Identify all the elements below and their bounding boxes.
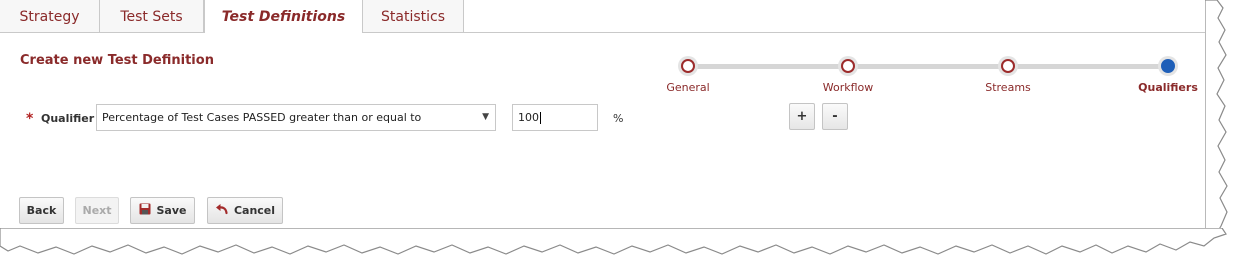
tab-test-sets[interactable]: Test Sets [100, 0, 204, 32]
wizard-step-workflow-label[interactable]: Workflow [823, 81, 874, 94]
torn-edge-right [1205, 0, 1228, 241]
text-caret [540, 112, 541, 124]
next-button-label: Next [82, 204, 112, 217]
add-qualifier-button[interactable]: + [789, 103, 815, 130]
tab-statistics[interactable]: Statistics [363, 0, 464, 32]
save-button-label: Save [156, 204, 187, 217]
back-button[interactable]: Back [19, 197, 64, 224]
qualifier-label: Qualifier [41, 112, 95, 125]
tab-bar: Strategy Test Sets Test Definitions Stat… [0, 0, 1215, 33]
dialog-frame: Strategy Test Sets Test Definitions Stat… [0, 0, 1215, 240]
tab-test-definitions[interactable]: Test Definitions [204, 0, 363, 33]
cancel-button-label: Cancel [233, 204, 276, 217]
wizard-step-qualifiers-label: Qualifiers [1138, 81, 1198, 94]
cancel-button[interactable]: Cancel [207, 197, 283, 224]
next-button[interactable]: Next [75, 197, 119, 224]
tab-strategy[interactable]: Strategy [0, 0, 100, 32]
qualifier-select[interactable]: Percentage of Test Cases PASSED greater … [96, 104, 496, 131]
page-title: Create new Test Definition [20, 53, 214, 68]
wizard-step-general-dot[interactable] [681, 59, 695, 73]
qualifier-select-value: Percentage of Test Cases PASSED greater … [102, 111, 422, 124]
wizard-step-workflow-dot[interactable] [841, 59, 855, 73]
floppy-disk-icon [139, 199, 151, 224]
qualifier-value-text: 100 [518, 111, 539, 124]
wizard-step-streams-label[interactable]: Streams [985, 81, 1031, 94]
undo-arrow-icon [215, 199, 228, 224]
remove-qualifier-button[interactable]: - [822, 103, 848, 130]
chevron-down-icon[interactable]: ▼ [482, 105, 489, 130]
wizard-step-general-label[interactable]: General [666, 81, 709, 94]
back-button-label: Back [26, 204, 57, 217]
wizard-step-streams-dot[interactable] [1001, 59, 1015, 73]
required-marker: * [26, 111, 34, 127]
qualifier-value-input[interactable]: 100 [512, 104, 598, 131]
wizard-step-qualifiers-dot[interactable] [1161, 59, 1175, 73]
torn-edge-bottom [0, 228, 1227, 255]
unit-label: % [613, 112, 624, 125]
wizard-progress-track [688, 64, 1168, 69]
save-button[interactable]: Save [130, 197, 195, 224]
